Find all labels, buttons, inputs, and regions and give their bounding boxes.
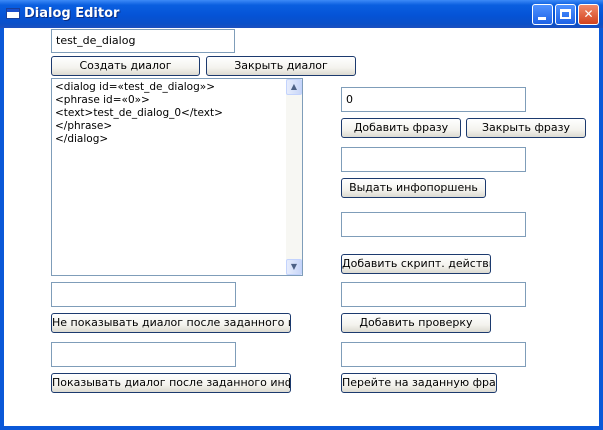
goto-phrase-button[interactable]: Перейте на заданную фразу <box>341 373 497 393</box>
xml-textarea[interactable]: <dialog id=«test_de_dialog»> <phrase id=… <box>51 78 303 276</box>
dialog-name-input[interactable]: test_de_dialog <box>51 29 235 53</box>
minimize-button[interactable] <box>532 4 553 25</box>
script-action-input[interactable] <box>341 212 526 237</box>
show-info-input[interactable] <box>51 342 236 367</box>
add-script-action-button[interactable]: Добавить скрипт. действие <box>341 254 491 274</box>
show-dialog-after-info-button[interactable]: Показывать диалог после заданного инфо <box>51 373 291 393</box>
maximize-button[interactable] <box>555 4 576 25</box>
hide-info-input[interactable] <box>51 282 236 307</box>
goto-phrase-input[interactable] <box>341 342 526 367</box>
close-button[interactable]: ✕ <box>578 4 599 25</box>
dialog-editor-window: Dialog Editor ✕ test_de_dialog Создать д… <box>0 0 603 430</box>
close-dialog-button[interactable]: Закрыть диалог <box>206 56 356 76</box>
infoportion-input[interactable] <box>341 147 526 172</box>
xml-content: <dialog id=«test_de_dialog»> <phrase id=… <box>55 81 223 145</box>
add-phrase-button[interactable]: Добавить фразу <box>341 118 461 138</box>
close-phrase-button[interactable]: Закрыть фразу <box>466 118 586 138</box>
scroll-down-icon[interactable]: ▼ <box>286 259 302 275</box>
title-bar[interactable]: Dialog Editor ✕ <box>0 0 603 28</box>
add-check-button[interactable]: Добавить проверку <box>341 313 491 333</box>
client-area: test_de_dialog Создать диалог Закрыть ди… <box>4 28 599 426</box>
vertical-scrollbar[interactable]: ▲ ▼ <box>286 79 302 275</box>
check-input[interactable] <box>341 282 526 307</box>
window-title: Dialog Editor <box>24 6 120 21</box>
window-icon <box>6 8 20 19</box>
create-dialog-button[interactable]: Создать диалог <box>51 56 200 76</box>
give-infoportion-button[interactable]: Выдать инфопоршень <box>341 178 486 198</box>
scroll-up-icon[interactable]: ▲ <box>286 79 302 95</box>
phrase-id-input[interactable]: 0 <box>341 87 526 112</box>
hide-dialog-after-info-button[interactable]: Не показывать диалог после заданного инф… <box>51 313 291 333</box>
